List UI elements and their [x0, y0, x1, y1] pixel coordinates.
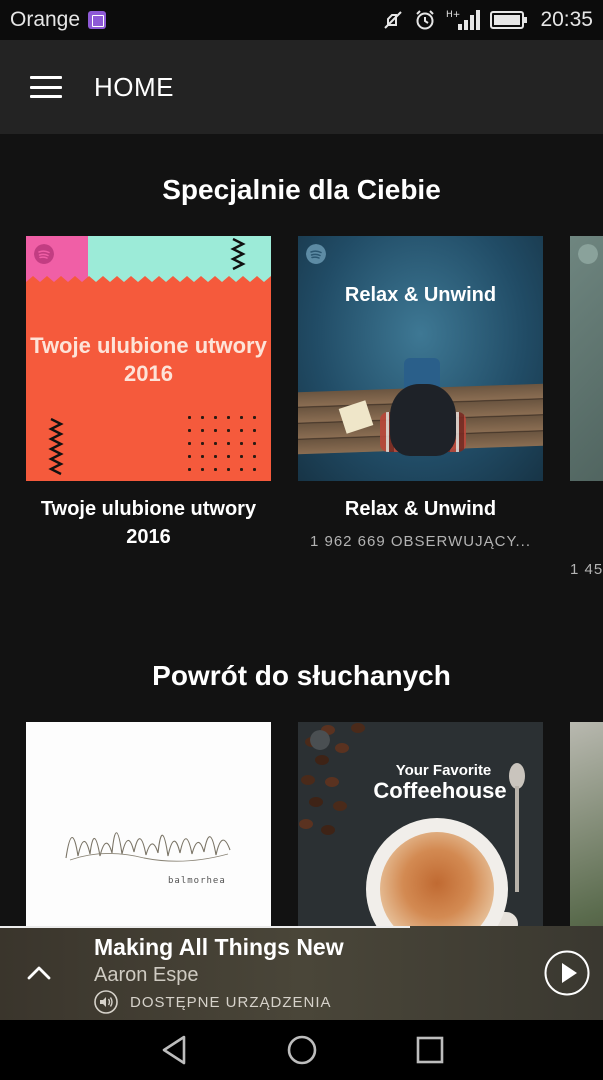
- section-title: Specjalnie dla Ciebie: [162, 174, 441, 205]
- cover-title: Twoje ulubione utwory 2016: [30, 333, 267, 386]
- track-artist: Aaron Espe: [94, 964, 199, 986]
- album-card-balmorhea[interactable]: balmorhea: [26, 722, 271, 926]
- alarm-icon: [416, 10, 435, 30]
- album-card-partial[interactable]: [570, 722, 603, 926]
- cover-subtitle: Your Favorite: [395, 762, 492, 779]
- playlist-cover: Relax & Unwind: [298, 236, 543, 481]
- speaker-icon: [94, 990, 118, 1014]
- status-bar: Orange H+ 20:35: [0, 0, 603, 40]
- devices-available-button[interactable]: DOSTĘPNE URZĄDZENIA: [94, 990, 332, 1014]
- back-icon[interactable]: [159, 1034, 189, 1066]
- home-icon[interactable]: [286, 1034, 318, 1066]
- mute-icon: [384, 11, 403, 29]
- spotify-logo-icon: [578, 244, 598, 264]
- cover-title: balmorhea: [168, 876, 226, 886]
- playback-progress: [0, 926, 411, 928]
- spotify-logo-icon: [306, 244, 326, 264]
- track-title: Making All Things New: [94, 934, 344, 960]
- system-nav-bar: [0, 1020, 603, 1080]
- signal-icon: H+: [446, 10, 481, 30]
- spotify-logo-icon: [310, 730, 330, 750]
- home-feed[interactable]: Specjalnie dla Ciebie Twoje ulubione utw…: [0, 134, 603, 926]
- hamburger-icon[interactable]: [30, 76, 62, 98]
- status-icons: H+ 20:35: [382, 8, 593, 32]
- album-cover: balmorhea: [26, 722, 271, 926]
- gallery-notification-icon: [88, 11, 107, 29]
- playlist-cover: Twoje ulubione utwory 2016: [26, 236, 271, 481]
- playlist-card-coffeehouse[interactable]: Your Favorite Coffeehouse: [298, 722, 543, 926]
- playlist-card-relax-unwind[interactable]: Relax & Unwind Relax & Unwind 1 962 669 …: [298, 236, 543, 550]
- recents-icon[interactable]: [416, 1036, 444, 1064]
- playlist-cover: Your Favorite Coffeehouse: [298, 722, 543, 926]
- now-playing-bar[interactable]: Making All Things New Aaron Espe DOSTĘPN…: [0, 926, 603, 1020]
- follower-count: 1 45: [570, 561, 603, 578]
- section-title: Powrót do słuchanych: [152, 660, 451, 691]
- album-cover: [570, 722, 603, 926]
- playlist-card-favourites-2016[interactable]: Twoje ulubione utwory 2016 Twoje ulubion…: [26, 236, 271, 551]
- playlist-name: Twoje ulubione utwory 2016: [40, 498, 257, 548]
- page-title: HOME: [94, 71, 174, 102]
- spotify-logo-icon: [34, 244, 54, 264]
- carrier-name: Orange: [10, 8, 81, 31]
- play-icon[interactable]: [544, 950, 590, 996]
- playlist-name: Relax & Unwind: [344, 498, 497, 520]
- cover-title: Relax & Unwind: [344, 284, 497, 306]
- app-bar: HOME: [0, 40, 603, 134]
- chevron-up-icon[interactable]: [24, 958, 54, 988]
- network-type: H+: [446, 10, 460, 20]
- battery-icon: [490, 11, 528, 29]
- playlist-card-partial[interactable]: 1 45: [570, 236, 603, 578]
- devices-label: DOSTĘPNE URZĄDZENIA: [130, 993, 332, 1011]
- clock: 20:35: [540, 8, 593, 31]
- playlist-cover: [570, 236, 603, 481]
- follower-count: 1 962 669 OBSERWUJĄCY...: [309, 533, 532, 550]
